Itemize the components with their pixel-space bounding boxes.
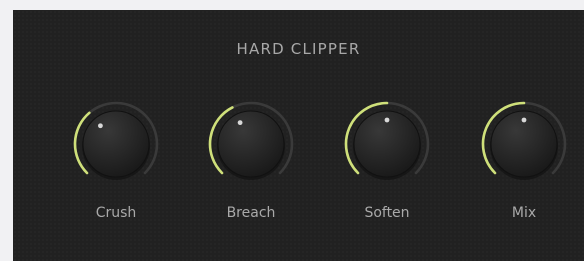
soften-knob-dial[interactable]	[342, 99, 432, 189]
breach-knob-body	[217, 110, 285, 178]
breach-label: Breach	[226, 205, 276, 221]
mix-label: Mix	[511, 205, 537, 221]
crush-knob[interactable]: Crush	[71, 99, 161, 239]
hard-clipper-panel: HARD CLIPPER Crush Breach Soften Mix	[13, 10, 584, 261]
crush-pointer-dot	[98, 123, 103, 129]
crush-knob-dial[interactable]	[71, 99, 161, 189]
breach-knob-dial[interactable]	[206, 99, 296, 189]
mix-knob-dial[interactable]	[479, 99, 569, 189]
crush-knob-body	[82, 110, 150, 178]
crush-label: Crush	[95, 205, 137, 221]
mix-knob[interactable]: Mix	[479, 99, 569, 239]
soften-label: Soften	[364, 205, 410, 221]
plugin-title: HARD CLIPPER	[236, 40, 361, 58]
soften-pointer-dot	[384, 117, 390, 123]
soften-knob[interactable]: Soften	[342, 99, 432, 239]
breach-pointer-dot	[237, 120, 243, 126]
mix-pointer-dot	[521, 117, 527, 123]
breach-knob[interactable]: Breach	[206, 99, 296, 239]
